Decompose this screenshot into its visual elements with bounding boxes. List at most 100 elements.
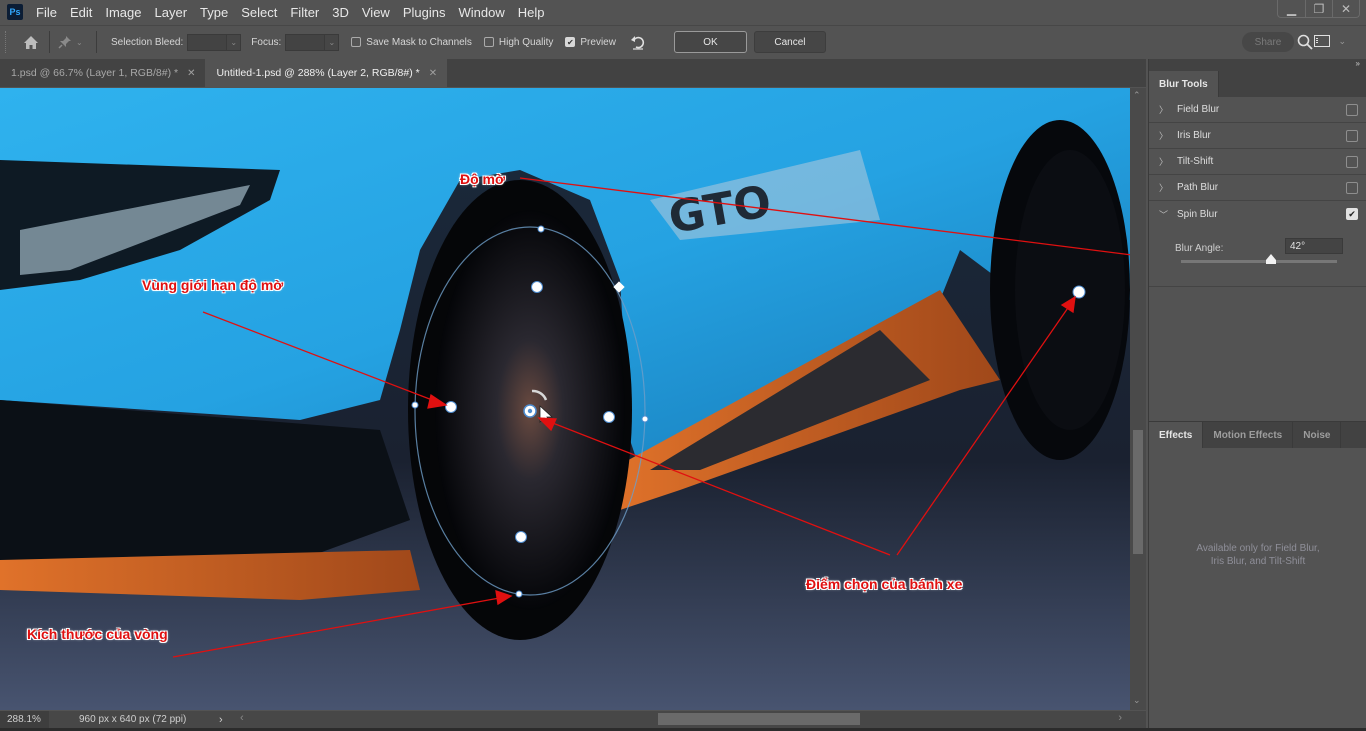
document-canvas[interactable]: GTO Độ mờ Vùng giới hạn độ mờ Điểm chọn … — [0, 88, 1130, 710]
scroll-right-icon[interactable]: › — [1118, 712, 1122, 724]
chevron-down-icon: ⌄ — [1338, 35, 1346, 46]
search-button[interactable] — [1297, 34, 1313, 53]
path-blur-checkbox[interactable] — [1346, 181, 1358, 194]
save-mask-checkbox[interactable]: Save Mask to Channels — [351, 37, 472, 48]
options-bar-grip[interactable] — [5, 31, 9, 53]
checkbox-box[interactable] — [351, 37, 362, 47]
undo-icon — [630, 36, 645, 50]
annotation-blur-region: Vùng giới hạn độ mờ — [142, 277, 284, 293]
blur-tool-spin-blur[interactable]: ﹀ Spin Blur ✔ — [1149, 201, 1366, 227]
tab-noise[interactable]: Noise — [1293, 422, 1342, 448]
tab-motion-effects[interactable]: Motion Effects — [1203, 422, 1294, 448]
effects-tabs: Effects Motion Effects Noise — [1149, 422, 1366, 448]
menu-file[interactable]: File — [36, 5, 57, 20]
chevron-down-icon[interactable]: ﹀ — [1159, 208, 1177, 221]
annotation-blur-amount: Độ mờ — [460, 171, 505, 187]
blur-tool-path-blur[interactable]: 〉 Path Blur — [1149, 175, 1366, 201]
scroll-up-icon[interactable]: ⌃ — [1133, 90, 1141, 101]
restore-button[interactable]: ❐ — [1305, 0, 1332, 17]
chevron-down-icon[interactable]: ⌄ — [226, 34, 240, 50]
blur-angle-slider-thumb[interactable] — [1266, 254, 1277, 264]
iris-blur-checkbox[interactable] — [1346, 129, 1358, 142]
checkbox-box[interactable] — [483, 37, 494, 47]
chevron-right-icon[interactable]: 〉 — [1159, 103, 1177, 116]
menu-image[interactable]: Image — [105, 5, 141, 20]
tilt-shift-checkbox[interactable] — [1346, 155, 1358, 168]
horizontal-scrollbar[interactable]: ‹ › — [236, 711, 1130, 728]
menu-layer[interactable]: Layer — [155, 5, 188, 20]
tab-document-untitled[interactable]: Untitled-1.psd @ 288% (Layer 2, RGB/8#) … — [205, 59, 448, 87]
scroll-down-icon[interactable]: ⌄ — [1133, 695, 1141, 706]
note-line: Iris Blur, and Tilt-Shift — [1210, 556, 1306, 567]
close-button[interactable]: ✕ — [1332, 0, 1359, 17]
menu-filter[interactable]: Filter — [290, 5, 319, 20]
panel-tabs: Blur Tools — [1149, 71, 1366, 97]
tab-label: 1.psd @ 66.7% (Layer 1, RGB/8#) * — [11, 67, 179, 79]
photoshop-logo: Ps — [7, 4, 23, 20]
tab-effects[interactable]: Effects — [1149, 422, 1204, 448]
pin-tool-preset-button[interactable]: ⌄ — [58, 35, 88, 49]
collapse-panels-icon[interactable]: » — [1356, 59, 1360, 71]
tab-document-1[interactable]: 1.psd @ 66.7% (Layer 1, RGB/8#) * ✕ — [0, 59, 206, 87]
spin-blur-checkbox[interactable]: ✔ — [1346, 208, 1358, 220]
menu-3d[interactable]: 3D — [332, 5, 349, 20]
field-blur-checkbox[interactable] — [1346, 103, 1358, 116]
blur-tool-field-blur[interactable]: 〉 Field Blur — [1149, 97, 1366, 123]
pin-icon — [58, 36, 71, 49]
scroll-left-icon[interactable]: ‹ — [240, 712, 244, 724]
preview-checkbox[interactable]: ✔ Preview — [565, 37, 616, 48]
menu-type[interactable]: Type — [200, 5, 228, 20]
options-bar: ⌄ Selection Bleed: ⌄ Focus: ⌄ Save Mask … — [0, 25, 1366, 58]
focus-label: Focus: — [251, 36, 282, 48]
annotation-ring-size: Kích thước của vòng — [27, 626, 168, 642]
chevron-right-icon[interactable]: 〉 — [1159, 155, 1177, 168]
blur-tool-label: Field Blur — [1177, 104, 1220, 115]
note-line: Available only for Field Blur, — [1196, 543, 1320, 554]
car-image: GTO — [0, 88, 1130, 710]
cancel-button[interactable]: Cancel — [753, 31, 826, 53]
chevron-right-icon[interactable]: 〉 — [1159, 181, 1177, 194]
menu-bar: Ps File Edit Image Layer Type Select Fil… — [0, 0, 1366, 24]
search-icon — [1297, 34, 1313, 50]
status-menu-arrow-icon[interactable]: › — [219, 714, 223, 726]
close-icon[interactable]: ✕ — [429, 68, 437, 79]
workspace-button[interactable]: ⌄ — [1314, 35, 1346, 47]
save-mask-label: Save Mask to Channels — [366, 36, 472, 48]
zoom-level-input[interactable]: 288.1% — [0, 711, 49, 728]
document-tabs: 1.psd @ 66.7% (Layer 1, RGB/8#) * ✕ Unti… — [0, 59, 1146, 87]
selection-bleed-input[interactable]: ⌄ — [187, 33, 242, 51]
ok-button[interactable]: OK — [673, 31, 747, 53]
chevron-down-icon[interactable]: ⌄ — [324, 34, 338, 50]
vertical-scrollbar[interactable]: ⌃ ⌄ — [1130, 88, 1146, 710]
tab-blur-tools[interactable]: Blur Tools — [1149, 71, 1219, 97]
effects-panel: Effects Motion Effects Noise Available o… — [1149, 421, 1366, 728]
minimize-button[interactable]: ▁ — [1278, 0, 1305, 17]
menu-select[interactable]: Select — [241, 5, 277, 20]
blur-tool-iris-blur[interactable]: 〉 Iris Blur — [1149, 123, 1366, 149]
menu-edit[interactable]: Edit — [70, 5, 92, 20]
chevron-down-icon: ⌄ — [76, 37, 83, 47]
checkmark-icon[interactable]: ✔ — [565, 37, 576, 47]
close-icon[interactable]: ✕ — [187, 68, 195, 79]
home-icon — [24, 35, 38, 49]
menu-window[interactable]: Window — [458, 5, 504, 20]
share-button[interactable]: Share — [1242, 32, 1294, 52]
blur-tool-label: Tilt-Shift — [1177, 156, 1214, 167]
tab-label: Untitled-1.psd @ 288% (Layer 2, RGB/8#) … — [216, 67, 420, 79]
blur-angle-slider[interactable] — [1181, 260, 1337, 263]
horizontal-scroll-thumb[interactable] — [658, 713, 860, 725]
blur-angle-input[interactable]: 42° — [1285, 238, 1343, 254]
high-quality-checkbox[interactable]: High Quality — [483, 37, 553, 48]
blur-angle-control: Blur Angle: 42° — [1149, 227, 1366, 287]
vertical-scroll-thumb[interactable] — [1133, 430, 1143, 554]
blur-tool-tilt-shift[interactable]: 〉 Tilt-Shift — [1149, 149, 1366, 175]
menu-help[interactable]: Help — [518, 5, 545, 20]
menu-plugins[interactable]: Plugins — [403, 5, 446, 20]
reset-button[interactable] — [630, 34, 650, 50]
focus-input[interactable]: ⌄ — [285, 33, 340, 51]
panel-header: » — [1149, 59, 1366, 71]
separator — [96, 31, 97, 53]
home-button[interactable] — [21, 32, 41, 52]
chevron-right-icon[interactable]: 〉 — [1159, 129, 1177, 142]
menu-view[interactable]: View — [362, 5, 390, 20]
